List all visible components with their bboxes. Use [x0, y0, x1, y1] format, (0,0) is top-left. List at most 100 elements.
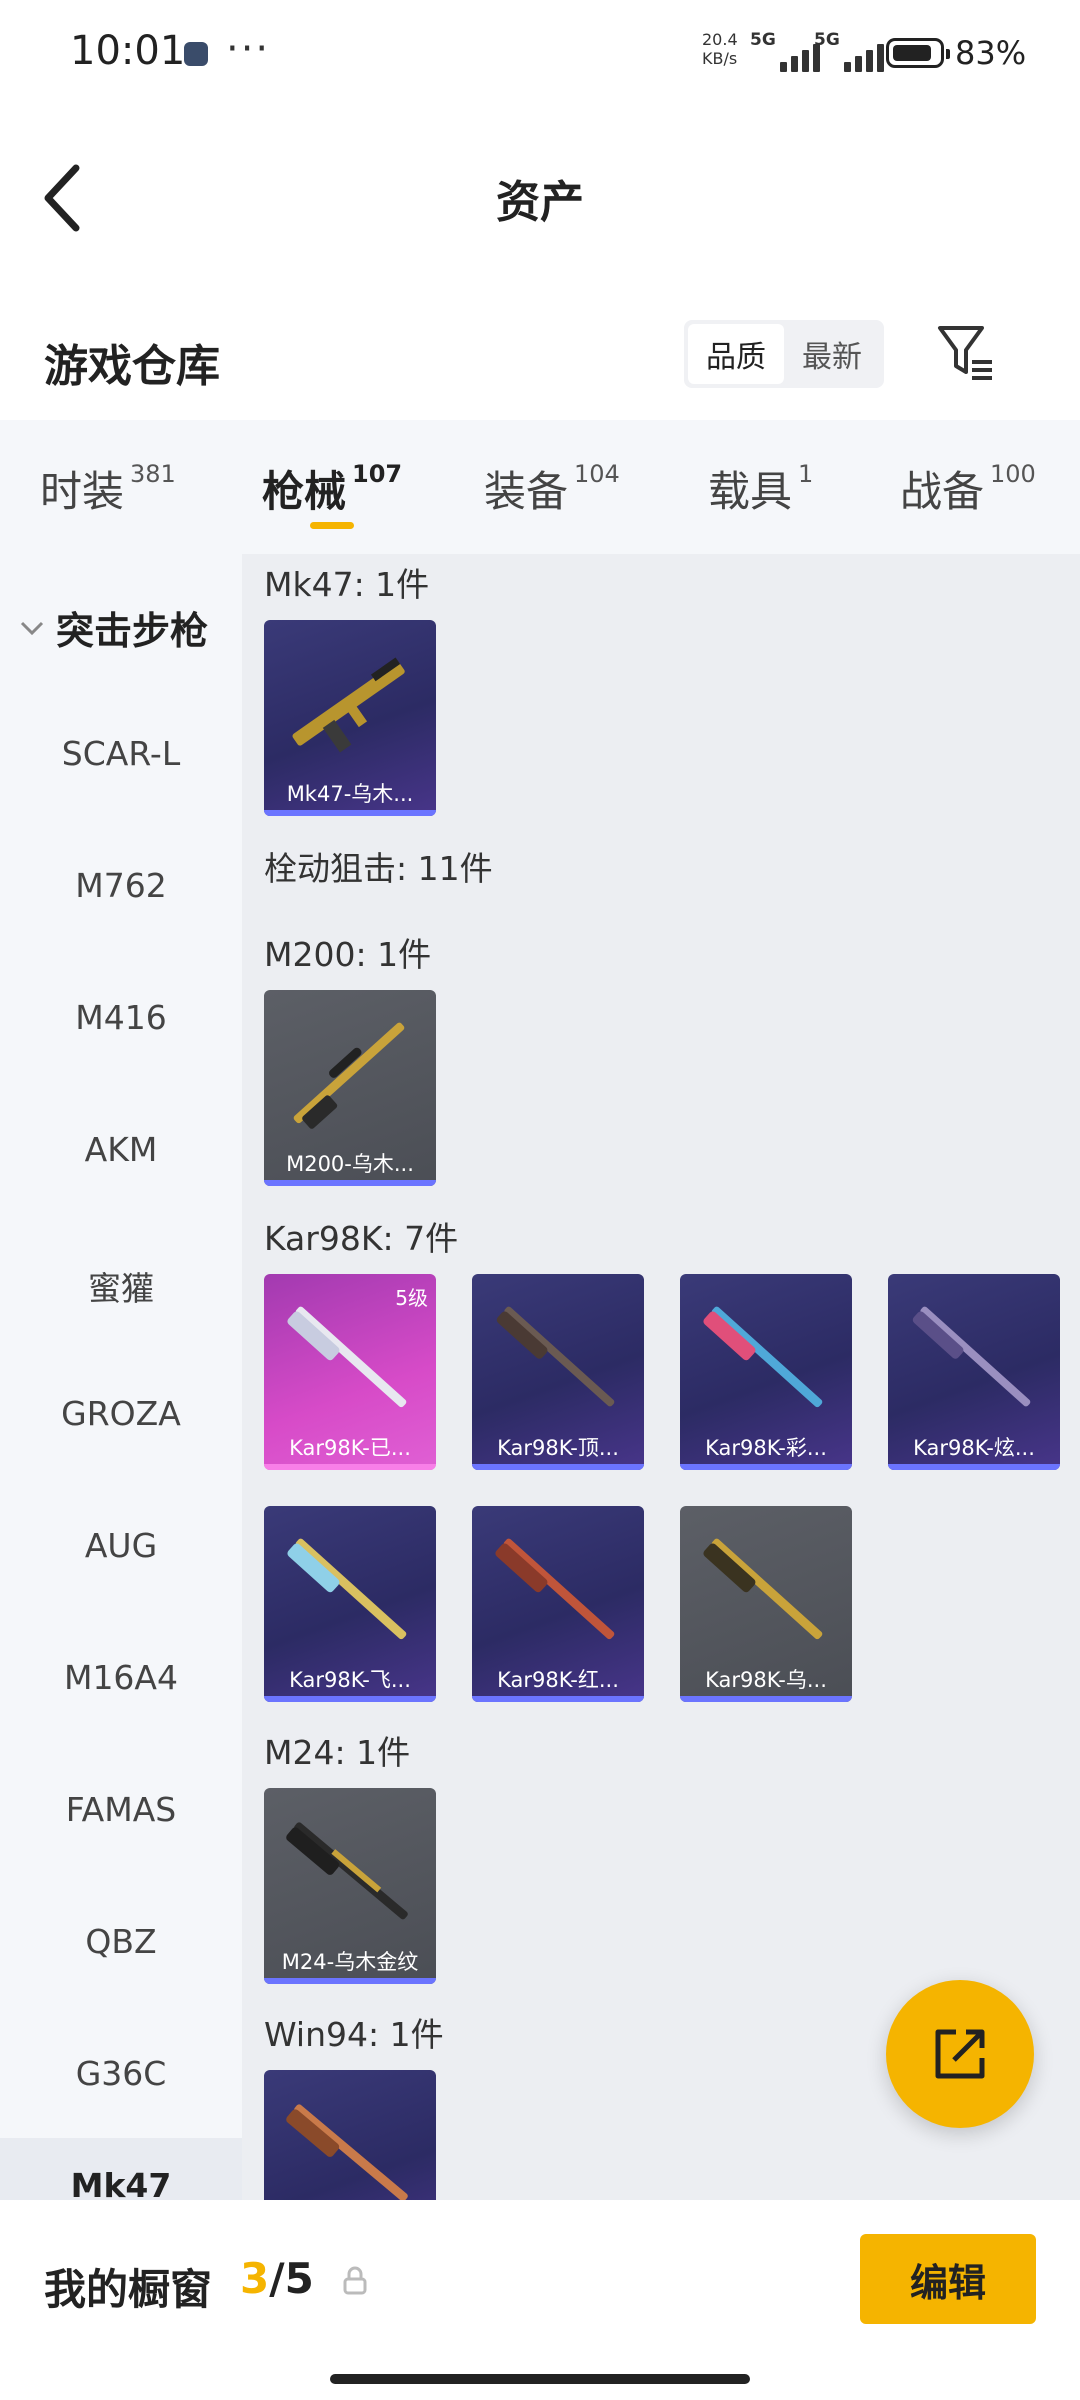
- sidebar-group-label: 突击步枪: [56, 609, 209, 653]
- sidebar-item-qbz[interactable]: QBZ: [0, 1922, 242, 1961]
- rarity-bar: [264, 1464, 436, 1470]
- tab-fashion[interactable]: 时装 381: [40, 458, 176, 519]
- sidebar-item-m16a4[interactable]: M16A4: [0, 1658, 242, 1697]
- sidebar-item-label: Mk47: [70, 2166, 172, 2200]
- page-title: 资产: [496, 177, 584, 228]
- sidebar-item-akm[interactable]: AKM: [0, 1130, 242, 1169]
- sidebar-item-honey-badger[interactable]: 蜜獾: [0, 1262, 242, 1310]
- rarity-bar: [264, 1978, 436, 1984]
- tab-label: 战备: [900, 467, 985, 516]
- warehouse-title: 游戏仓库: [44, 341, 220, 392]
- bolt-rifle-image: [496, 1306, 615, 1407]
- tab-equipment[interactable]: 装备 104: [484, 458, 620, 519]
- bolt-rifle-image: [912, 1306, 1031, 1407]
- rarity-bar: [680, 1464, 852, 1470]
- filter-icon[interactable]: [936, 322, 996, 382]
- weapon-type-sidebar: 突击步枪 SCAR-L M762 M416 AKM 蜜獾 GROZA AUG M…: [0, 554, 242, 2200]
- tab-label: 装备: [484, 467, 569, 516]
- showcase-bar: 我的橱窗 3/5 编辑: [0, 2200, 1080, 2400]
- showcase-separator: /: [269, 2254, 285, 2303]
- bolt-rifle-image: [287, 1538, 407, 1640]
- group-title-mk47: Mk47: 1件: [264, 565, 430, 604]
- item-card[interactable]: Kar98K-乌...: [680, 1506, 852, 1702]
- sidebar-item-m762[interactable]: M762: [0, 866, 242, 905]
- group-title-kar98k: Kar98K: 7件: [264, 1219, 459, 1258]
- share-external-icon: [935, 2029, 985, 2079]
- top-nav: 资产: [0, 110, 1080, 270]
- tab-vehicles[interactable]: 载具 1: [708, 458, 813, 519]
- rarity-bar: [888, 1464, 1060, 1470]
- item-name: M24-乌木金纹: [281, 1950, 419, 1974]
- group-title-win94: Win94: 1件: [264, 2015, 444, 2054]
- item-card[interactable]: Mk47-乌木...: [264, 620, 436, 816]
- signal-sim2-icon: 5G: [814, 30, 884, 72]
- rarity-bar: [472, 1696, 644, 1702]
- item-card[interactable]: Kar98K-彩...: [680, 1274, 852, 1470]
- item-card[interactable]: Kar98K-红...: [472, 1506, 644, 1702]
- lock-icon: [343, 2266, 367, 2295]
- rarity-bar: [264, 1696, 436, 1702]
- network-speed: 20.4 KB/s: [702, 30, 738, 68]
- sidebar-item-g36c[interactable]: G36C: [0, 2054, 242, 2093]
- rarity-bar: [680, 1696, 852, 1702]
- item-card[interactable]: Kar98K-炫...: [888, 1274, 1060, 1470]
- item-card[interactable]: M200-乌木...: [264, 990, 436, 1186]
- item-card[interactable]: 5级 Kar98K-已...: [264, 1274, 436, 1470]
- sidebar-item-mk47[interactable]: Mk47: [0, 2138, 242, 2200]
- tab-count: 100: [990, 460, 1036, 488]
- item-card[interactable]: Kar98K-飞...: [264, 1506, 436, 1702]
- item-card[interactable]: M24-乌木金纹: [264, 1788, 436, 1984]
- bolt-rifle-image: [495, 1538, 615, 1640]
- group-title-bolt-action: 栓动狙击: 11件: [264, 849, 493, 888]
- notification-app-icon: [184, 42, 208, 66]
- sidebar-item-m416[interactable]: M416: [0, 998, 242, 1037]
- battery-percent: 83%: [955, 34, 1027, 72]
- item-name: Kar98K-已...: [289, 1436, 411, 1460]
- item-name: Kar98K-顶...: [497, 1436, 619, 1460]
- tab-count: 1: [798, 460, 814, 488]
- network-type-label: 5G: [814, 30, 840, 50]
- sidebar-group-assault-rifles[interactable]: 突击步枪: [18, 600, 208, 655]
- sidebar-item-aug[interactable]: AUG: [0, 1526, 242, 1565]
- showcase-title: 我的橱窗: [44, 2265, 213, 2314]
- showcase-current: 3: [240, 2254, 270, 2303]
- lever-rifle-image: [286, 2104, 408, 2200]
- share-button[interactable]: [886, 1980, 1034, 2128]
- bolt-rifle-image: [286, 1822, 408, 1920]
- warehouse-header: 游戏仓库 品质 最新: [0, 300, 1080, 420]
- item-card[interactable]: Kar98K-顶...: [472, 1274, 644, 1470]
- item-card[interactable]: [264, 2070, 436, 2200]
- bolt-rifle-image: [703, 1306, 823, 1408]
- rarity-bar: [264, 810, 436, 816]
- sidebar-item-scar-l[interactable]: SCAR-L: [0, 734, 242, 773]
- tab-firearms[interactable]: 枪械 107: [262, 458, 402, 519]
- tab-combat-gear[interactable]: 战备 100: [900, 458, 1036, 519]
- tab-count: 104: [574, 460, 620, 488]
- more-notifications-icon: ···: [226, 26, 271, 72]
- item-name: M200-乌木...: [286, 1152, 414, 1176]
- home-indicator[interactable]: [330, 2374, 750, 2384]
- status-bar: 10:01 ··· 20.4 KB/s 5G 5G 83%: [0, 0, 1080, 110]
- network-speed-unit: KB/s: [702, 49, 738, 68]
- sidebar-item-groza[interactable]: GROZA: [0, 1394, 242, 1433]
- item-name: Kar98K-红...: [497, 1668, 619, 1692]
- rarity-bar: [264, 1180, 436, 1186]
- tab-label: 时装: [40, 467, 125, 516]
- item-name: Mk47-乌木...: [286, 782, 414, 806]
- tab-label: 载具: [708, 467, 793, 516]
- status-time: 10:01: [70, 28, 186, 74]
- edit-button[interactable]: 编辑: [860, 2234, 1036, 2324]
- sort-newest-button[interactable]: 最新: [784, 324, 880, 384]
- showcase-count: 3/5: [240, 2254, 314, 2303]
- sidebar-item-famas[interactable]: FAMAS: [0, 1790, 242, 1829]
- chevron-down-icon: [20, 621, 44, 635]
- network-type-label: 5G: [750, 30, 776, 50]
- bolt-rifle-image: [703, 1538, 823, 1640]
- group-title-m200: M200: 1件: [264, 935, 432, 974]
- tab-count: 107: [352, 460, 403, 488]
- signal-sim1-icon: 5G: [750, 30, 820, 72]
- tab-label: 枪械: [262, 467, 347, 516]
- sort-quality-button[interactable]: 品质: [688, 324, 784, 384]
- sort-toggle: 品质 最新: [684, 320, 884, 388]
- inventory-list: Mk47: 1件 Mk47-乌木... 栓动狙击: 11件 M200: 1件 M…: [242, 554, 1080, 2200]
